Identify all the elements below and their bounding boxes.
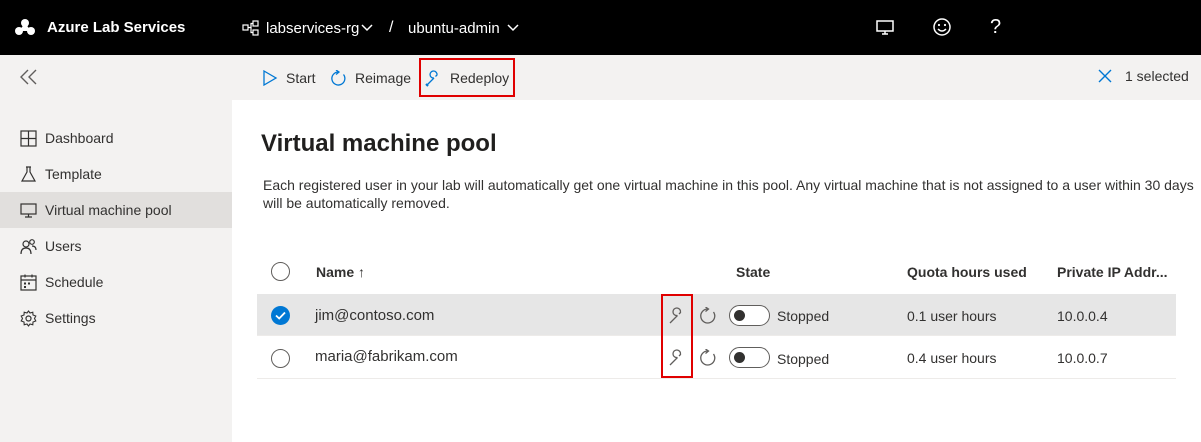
select-all-radio[interactable] <box>271 262 290 281</box>
sidebar-item-schedule[interactable]: Schedule <box>0 264 232 300</box>
sidebar-item-label: Users <box>45 238 82 254</box>
sidebar-item-label: Dashboard <box>45 130 114 146</box>
start-button[interactable]: Start <box>262 68 316 88</box>
lab-breadcrumb[interactable]: ubuntu-admin <box>408 20 500 37</box>
toggle-knob <box>734 310 745 321</box>
help-icon[interactable]: ? <box>990 16 1001 38</box>
play-icon <box>263 70 278 86</box>
breadcrumb-separator: / <box>389 19 394 36</box>
selection-count: 1 selected <box>1125 68 1189 84</box>
table-row[interactable]: maria@fabrikam.com Stopped 0.4 user hour… <box>257 337 1176 379</box>
command-bar <box>0 55 1201 100</box>
vm-name: maria@fabrikam.com <box>315 348 458 365</box>
reimage-button[interactable]: Reimage <box>330 68 411 88</box>
users-icon <box>20 238 37 254</box>
sidebar-item-users[interactable]: Users <box>0 228 232 264</box>
collapse-sidebar-icon[interactable] <box>18 67 40 87</box>
selection-status: 1 selected <box>1098 68 1189 84</box>
flask-icon <box>20 165 37 182</box>
smiley-icon[interactable] <box>931 16 953 38</box>
table-row[interactable]: jim@contoso.com Stopped 0.1 user hours 1… <box>257 294 1176 336</box>
chevron-down-icon[interactable] <box>361 24 373 32</box>
chevron-down-icon[interactable] <box>507 24 519 32</box>
page-title: Virtual machine pool <box>261 130 497 157</box>
redeploy-icons-highlight-box <box>661 294 693 378</box>
sidebar-item-label: Settings <box>45 310 96 326</box>
toggle-knob <box>734 352 745 363</box>
resource-group-breadcrumb[interactable]: labservices-rg <box>266 20 359 37</box>
vm-power-toggle[interactable] <box>729 305 770 326</box>
column-header-private-ip[interactable]: Private IP Addr... <box>1057 264 1168 280</box>
vm-state: Stopped <box>777 308 830 324</box>
vm-quota: 0.1 user hours <box>907 308 997 324</box>
reimage-icon[interactable] <box>699 349 717 367</box>
column-header-quota[interactable]: Quota hours used <box>907 264 1027 280</box>
sidebar-item-template[interactable]: Template <box>0 156 232 192</box>
sidebar-item-label: Template <box>45 166 102 182</box>
vm-private-ip: 10.0.0.4 <box>1057 308 1108 324</box>
monitor-icon <box>20 202 37 218</box>
refresh-icon <box>331 69 346 86</box>
app-title[interactable]: Azure Lab Services <box>47 19 185 36</box>
redeploy-highlight-box <box>419 58 515 97</box>
sidebar: Dashboard Template Virtual machine pool … <box>0 100 232 442</box>
row-select-radio[interactable] <box>271 349 290 368</box>
sidebar-item-label: Schedule <box>45 274 104 290</box>
vm-power-toggle[interactable] <box>729 347 770 368</box>
reimage-label: Reimage <box>355 70 412 86</box>
vm-state: Stopped <box>777 351 830 367</box>
vm-name: jim@contoso.com <box>315 307 435 324</box>
dashboard-icon <box>20 129 37 147</box>
row-select-radio[interactable] <box>271 306 290 325</box>
sidebar-item-label: Virtual machine pool <box>45 202 172 218</box>
resource-group-icon <box>242 20 259 36</box>
checkmark-icon <box>275 311 286 320</box>
vm-quota: 0.4 user hours <box>907 350 997 366</box>
gear-icon <box>20 309 37 327</box>
start-label: Start <box>286 70 316 86</box>
page-description: Each registered user in your lab will au… <box>263 177 1194 211</box>
column-header-name[interactable]: Name ↑ <box>316 264 365 280</box>
calendar-icon <box>20 274 37 291</box>
sidebar-item-settings[interactable]: Settings <box>0 300 232 336</box>
column-header-state[interactable]: State <box>736 264 770 280</box>
azure-lab-services-logo-icon <box>15 19 35 35</box>
close-icon[interactable] <box>1098 69 1112 83</box>
top-bar: Azure Lab Services labservices-rg / ubun… <box>0 0 1201 55</box>
vm-private-ip: 10.0.0.7 <box>1057 350 1108 366</box>
sidebar-item-dashboard[interactable]: Dashboard <box>0 120 232 156</box>
monitor-icon[interactable] <box>874 16 896 38</box>
reimage-icon[interactable] <box>699 307 717 325</box>
sidebar-item-virtual-machine-pool[interactable]: Virtual machine pool <box>0 192 232 228</box>
